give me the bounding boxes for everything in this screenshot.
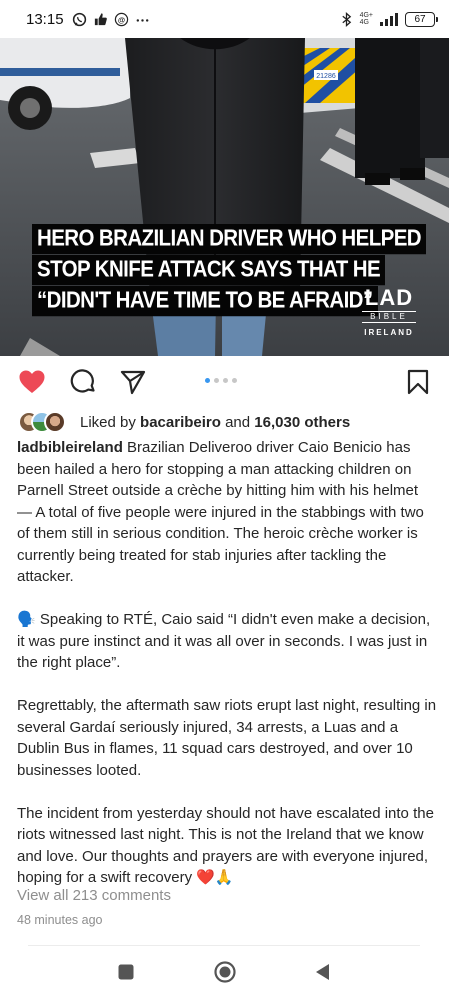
logo-line-3: IRELAND [364, 328, 414, 337]
caption-text-2: Speaking to RTÉ, Caio said “I didn't eve… [17, 611, 431, 671]
signal-icon [379, 12, 399, 27]
post-actions [0, 356, 449, 406]
battery-icon: 67 [405, 11, 438, 27]
recents-icon [118, 964, 134, 980]
comment-icon [70, 369, 95, 393]
likes-count[interactable]: 16,030 others [254, 414, 350, 431]
caption-paragraph-4: The incident from yesterday should not h… [17, 803, 437, 889]
caption-text-1: Brazilian Deliveroo driver Caio Benicio … [17, 439, 424, 585]
system-nav-bar [0, 946, 449, 999]
caption-username[interactable]: ladbibleireland [17, 439, 123, 456]
comment-button[interactable] [68, 368, 98, 396]
caption-text-3: Regrettably, the aftermath saw riots eru… [17, 697, 437, 779]
status-bar: 13:15 @ 4G+ 4G 67 [0, 0, 449, 38]
battery-level: 67 [414, 13, 426, 25]
like-button[interactable] [17, 368, 47, 396]
network-type: 4G+ 4G [360, 12, 373, 26]
caption-paragraph-2: 🗣️ Speaking to RTÉ, Caio said “I didn't … [17, 609, 437, 674]
headline-line-1: HERO BRAZILIAN DRIVER WHO HELPED [32, 224, 426, 255]
caption-paragraph-1: ladbibleireland Brazilian Deliveroo driv… [17, 437, 437, 588]
recents-button[interactable] [114, 960, 138, 984]
logo-line-2: BIBLE [362, 311, 416, 323]
carousel-dot-1 [205, 378, 210, 383]
bookmark-icon [407, 369, 429, 395]
save-button[interactable] [403, 368, 433, 396]
more-notifications-icon [135, 12, 150, 27]
post-caption: ladbibleireland Brazilian Deliveroo driv… [17, 437, 437, 889]
home-button[interactable] [213, 960, 237, 984]
home-icon [214, 961, 236, 983]
status-time: 13:15 [26, 10, 64, 28]
post-image[interactable]: 21286 HERO BRAZILIAN DRIVER WHO HELPED S… [0, 38, 449, 356]
svg-text:@: @ [117, 15, 124, 24]
heart-icon [19, 370, 45, 393]
whatsapp-icon [72, 12, 87, 27]
caption-paragraph-3: Regrettably, the aftermath saw riots eru… [17, 695, 437, 781]
share-button[interactable] [118, 368, 148, 396]
network-bottom-label: 4G [359, 19, 369, 26]
headline-line-3: “DIDN'T HAVE TIME TO BE AFRAID” [32, 286, 378, 317]
carousel-dot-4 [232, 378, 237, 383]
post-timestamp: 48 minutes ago [17, 913, 103, 927]
bluetooth-icon [339, 11, 354, 27]
back-button[interactable] [311, 960, 335, 984]
carousel-dot-2 [214, 378, 219, 383]
vehicle-number: 21286 [316, 73, 336, 80]
thumbs-up-icon [93, 12, 108, 27]
at-sign-icon: @ [114, 12, 129, 27]
network-top-label: 4G+ [359, 12, 373, 19]
speaking-head-icon: 🗣️ [17, 611, 36, 628]
carousel-dot-3 [223, 378, 228, 383]
back-icon [316, 964, 329, 980]
carousel-indicator [205, 378, 237, 383]
view-all-comments-link[interactable]: View all 213 comments [17, 887, 171, 904]
likes-prefix: Liked by [80, 413, 141, 431]
liker-avatars [18, 411, 70, 433]
likes-text: Liked by bacaribeiro and 16,030 others [80, 414, 350, 431]
avatar [44, 411, 66, 433]
logo-line-1: LAD [364, 285, 414, 310]
headline-line-2: STOP KNIFE ATTACK SAYS THAT HE [32, 255, 386, 286]
likes-connector: and [220, 413, 255, 431]
share-icon [120, 370, 146, 395]
heart-pray-emoji: ❤️🙏 [196, 869, 234, 886]
likes-summary[interactable]: Liked by bacaribeiro and 16,030 others [18, 410, 350, 434]
liker-username[interactable]: bacaribeiro [140, 414, 221, 431]
ladbible-logo: LAD BIBLE IRELAND [360, 285, 418, 338]
